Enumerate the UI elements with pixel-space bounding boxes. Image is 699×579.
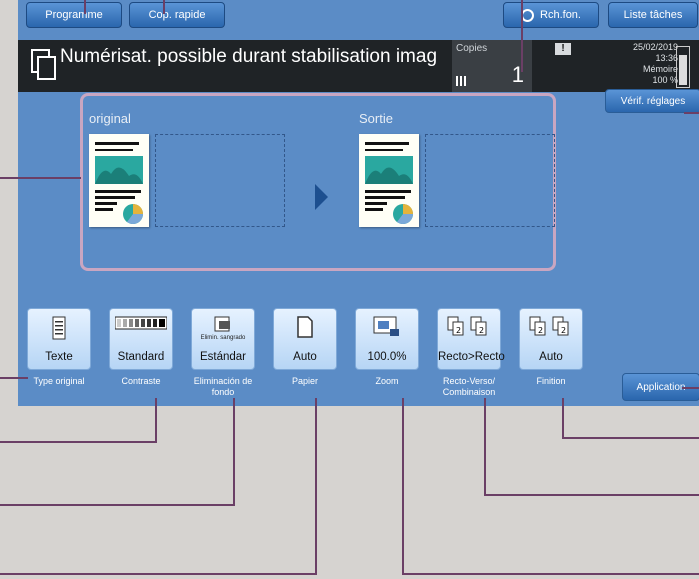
callout-lines [0, 0, 699, 575]
callout-finishing [562, 398, 699, 439]
callout-contrast [0, 398, 157, 443]
callout-bg-removal [0, 398, 235, 506]
callout-duplex [484, 398, 699, 496]
callout-paper [0, 398, 317, 575]
callout-zoom [402, 398, 699, 575]
